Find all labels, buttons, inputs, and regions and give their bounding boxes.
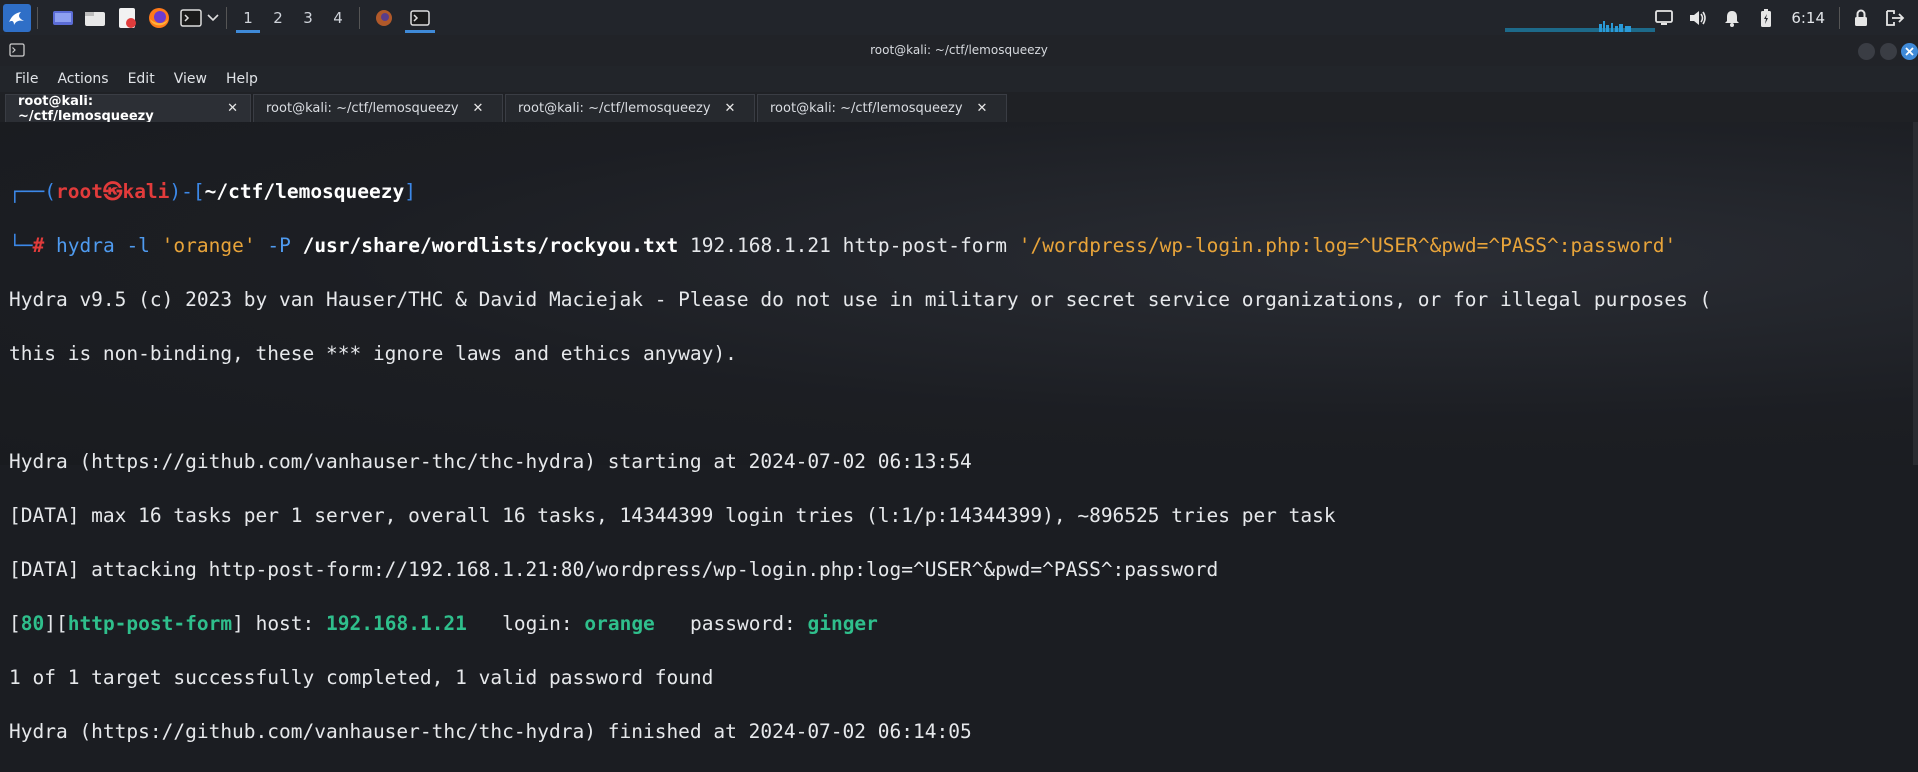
result-label: host:	[255, 612, 315, 635]
workspace-label: 2	[273, 8, 283, 27]
command-tool: hydra	[55, 234, 115, 257]
notifications-bell-icon[interactable]	[1719, 5, 1745, 31]
terminal-tab-3[interactable]: root@kali: ~/ctf/lemosqueezy ✕	[505, 94, 755, 122]
workspace-1[interactable]: 1	[233, 0, 263, 35]
window-title: root@kali: ~/ctf/lemosqueezy	[870, 43, 1048, 57]
tab-label: root@kali: ~/ctf/lemosqueezy	[770, 101, 963, 116]
tab-bar: root@kali: ~/ctf/lemosqueezy ✕ root@kali…	[0, 92, 1918, 124]
result-port: 80	[20, 612, 45, 635]
workspace-2[interactable]: 2	[263, 0, 293, 35]
top-panel: 1 2 3 4 6:14	[0, 0, 1918, 35]
firefox-icon[interactable]	[146, 5, 172, 31]
result-service: http-post-form	[67, 612, 233, 635]
result-line: [80][http-post-form] host: 192.168.1.21 …	[9, 612, 878, 635]
prompt-frame: )-[	[169, 180, 205, 203]
terminal-tab-1[interactable]: root@kali: ~/ctf/lemosqueezy ✕	[5, 93, 251, 124]
maximize-button[interactable]	[1880, 43, 1897, 60]
chevron-down-icon[interactable]	[206, 5, 220, 31]
cpu-graph-icon	[1505, 21, 1655, 32]
menu-help[interactable]: Help	[219, 71, 265, 87]
close-tab-icon[interactable]: ✕	[473, 101, 484, 116]
text-editor-icon[interactable]	[114, 5, 140, 31]
terminal-launcher-icon[interactable]	[178, 5, 204, 31]
lock-screen-icon[interactable]	[1848, 5, 1874, 31]
output-line: Hydra (https://github.com/vanhauser-thc/…	[9, 720, 972, 743]
prompt-user: root	[55, 180, 103, 203]
prompt-line-1: ┌──(root㉿kali)-[~/ctf/lemosqueezy]	[9, 178, 1711, 205]
prompt-cwd: ~/ctf/lemosqueezy	[204, 180, 405, 203]
output-line: Hydra (https://github.com/vanhauser-thc/…	[9, 450, 972, 473]
prompt-skull-icon: ㉿	[102, 180, 123, 203]
output-line: 1 of 1 target successfully completed, 1 …	[9, 666, 714, 689]
result-login: orange	[584, 612, 655, 635]
close-icon	[1905, 47, 1914, 56]
workspace-label: 4	[333, 8, 343, 27]
output-line: [DATA] max 16 tasks per 1 server, overal…	[9, 504, 1336, 527]
menu-bar: File Actions Edit View Help	[0, 66, 1918, 92]
terminal-tab-2[interactable]: root@kali: ~/ctf/lemosqueezy ✕	[253, 94, 503, 122]
tab-label: root@kali: ~/ctf/lemosqueezy	[266, 101, 459, 116]
logout-icon[interactable]	[1882, 5, 1908, 31]
prompt-host: kali	[122, 180, 170, 203]
result-password: ginger	[807, 612, 878, 635]
window-titlebar[interactable]: root@kali: ~/ctf/lemosqueezy	[0, 35, 1918, 66]
terminal-scrollbar[interactable]	[1913, 122, 1918, 465]
panel-separator	[226, 6, 227, 29]
tab-label: root@kali: ~/ctf/lemosqueezy	[18, 93, 154, 124]
close-tab-icon[interactable]: ✕	[725, 101, 736, 116]
workspace-label: 3	[303, 8, 313, 27]
output-line: this is non-binding, these *** ignore la…	[9, 342, 737, 365]
output-line: Hydra v9.5 (c) 2023 by van Hauser/THC & …	[9, 288, 1712, 311]
terminal-tab-4[interactable]: root@kali: ~/ctf/lemosqueezy ✕	[757, 94, 1007, 122]
panel-separator	[1839, 6, 1840, 29]
minimize-button[interactable]	[1858, 43, 1875, 60]
terminal-output[interactable]: ┌──(root㉿kali)-[~/ctf/lemosqueezy] └─# h…	[9, 151, 1711, 772]
show-desktop-icon[interactable]	[50, 5, 76, 31]
output-line: [DATA] attacking http-post-form://192.16…	[9, 558, 1219, 581]
taskbar-firefox-window[interactable]	[366, 0, 402, 35]
system-tray: 6:14	[1647, 0, 1918, 35]
command-form: '/wordpress/wp-login.php:log=^USER^&pwd=…	[1018, 234, 1677, 257]
volume-icon[interactable]	[1685, 5, 1711, 31]
clock[interactable]: 6:14	[1791, 9, 1825, 27]
prompt-frame: ]	[404, 180, 416, 203]
result-label: login:	[502, 612, 573, 635]
tab-label: root@kali: ~/ctf/lemosqueezy	[518, 101, 711, 116]
menu-actions[interactable]: Actions	[50, 71, 115, 87]
taskbar-terminal-window[interactable]	[402, 0, 438, 35]
result-label: password:	[690, 612, 796, 635]
panel-separator	[37, 6, 38, 29]
close-tab-icon[interactable]: ✕	[977, 101, 988, 116]
prompt-frame: ┌──(	[9, 180, 56, 203]
file-manager-icon[interactable]	[82, 5, 108, 31]
close-button[interactable]	[1901, 43, 1918, 60]
battery-icon[interactable]	[1753, 5, 1779, 31]
command-wordlist: /usr/share/wordlists/rockyou.txt	[302, 234, 679, 257]
workspace-3[interactable]: 3	[293, 0, 323, 35]
kali-menu-icon[interactable]	[3, 3, 31, 32]
result-host: 192.168.1.21	[326, 612, 467, 635]
display-icon[interactable]	[1651, 5, 1677, 31]
close-tab-icon[interactable]: ✕	[227, 101, 238, 116]
command-flag: -P	[267, 234, 291, 257]
command-target: 192.168.1.21 http-post-form	[690, 234, 1007, 257]
prompt-hash: #	[32, 234, 45, 257]
command-arg: 'orange'	[161, 234, 256, 257]
command-flag: -l	[126, 234, 150, 257]
workspace-4[interactable]: 4	[323, 0, 353, 35]
prompt-frame: └─	[9, 234, 33, 257]
menu-view[interactable]: View	[167, 71, 214, 87]
menu-edit[interactable]: Edit	[121, 71, 162, 87]
command-line: └─# hydra -l 'orange' -P /usr/share/word…	[9, 232, 1711, 259]
workspace-label: 1	[243, 8, 253, 27]
menu-file[interactable]: File	[8, 71, 45, 87]
panel-separator	[359, 6, 360, 29]
